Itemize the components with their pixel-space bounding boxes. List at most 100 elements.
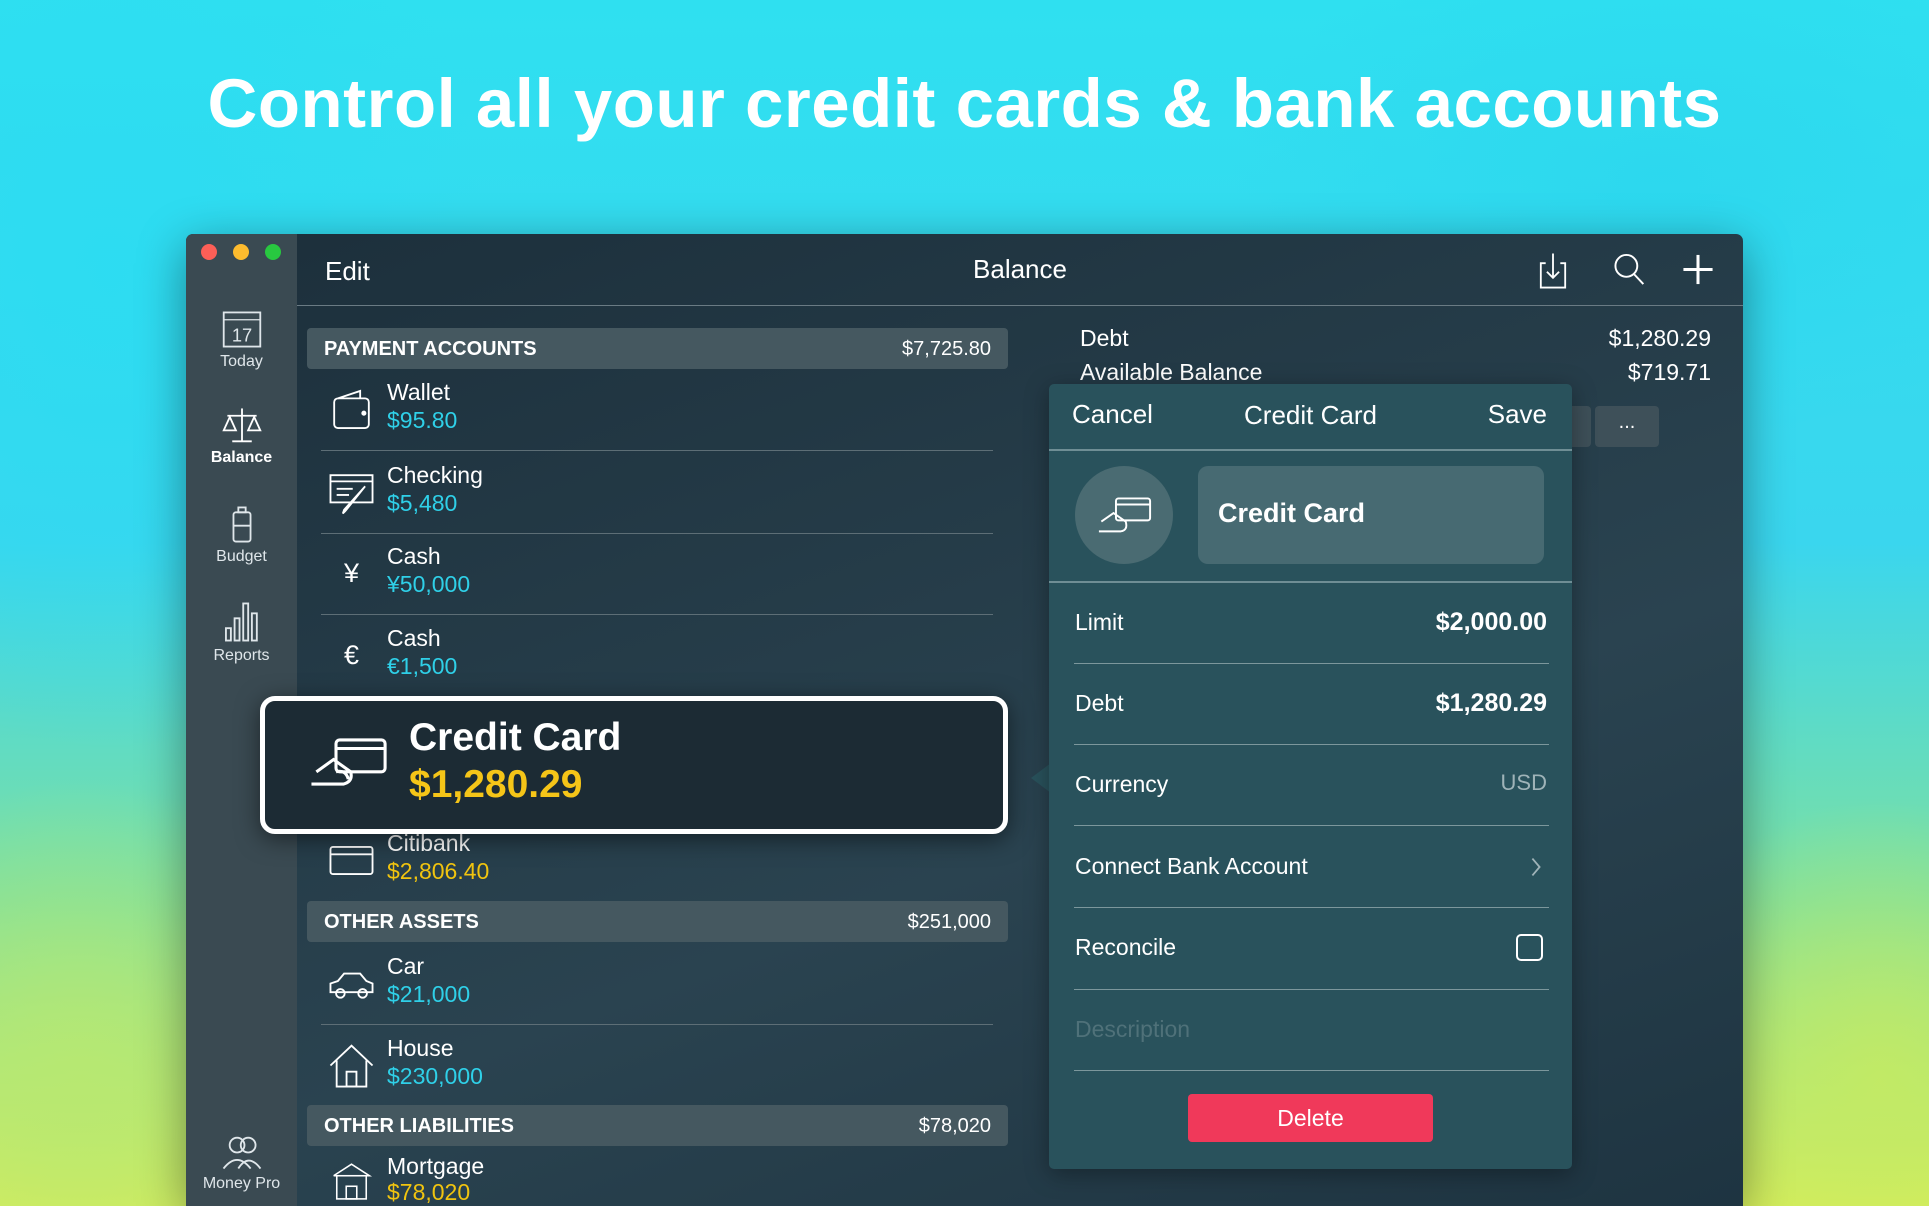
yen-icon: ¥ bbox=[343, 558, 360, 588]
section-header-other-assets: OTHER ASSETS $251,000 bbox=[307, 901, 1008, 942]
sidebar-label: Today bbox=[220, 353, 263, 370]
search-icon[interactable] bbox=[1613, 251, 1647, 288]
chevron-right-icon bbox=[1531, 858, 1541, 876]
sidebar-item-budget[interactable]: Budget bbox=[186, 505, 297, 566]
mortgage-icon bbox=[333, 1163, 373, 1200]
account-name-field[interactable]: Credit Card bbox=[1198, 466, 1544, 564]
check-icon bbox=[329, 474, 374, 515]
debt-label: Debt bbox=[1080, 325, 1129, 351]
sidebar-item-reports[interactable]: Reports bbox=[186, 601, 297, 665]
currency-label: Currency bbox=[1075, 771, 1169, 797]
panel-header: Cancel Credit Card Save bbox=[1049, 384, 1572, 451]
close-button[interactable] bbox=[201, 244, 217, 260]
account-row-cash-euro[interactable]: € Cash €1,500 bbox=[321, 615, 993, 697]
scales-icon bbox=[221, 408, 262, 443]
sidebar-item-money-pro[interactable]: Money Pro bbox=[186, 1134, 297, 1193]
sidebar-label: Balance bbox=[210, 449, 273, 466]
currency-value[interactable]: USD bbox=[1501, 770, 1547, 796]
panel-pointer bbox=[1031, 763, 1051, 793]
section-title: OTHER ASSETS bbox=[324, 911, 479, 933]
available-balance-value: $719.71 bbox=[1627, 359, 1711, 385]
account-amount: $230,000 bbox=[387, 1063, 483, 1089]
sidebar-label: Budget bbox=[216, 548, 267, 565]
account-name: Cash bbox=[387, 625, 441, 651]
account-amount: $95.80 bbox=[387, 407, 458, 433]
account-name: Mortgage bbox=[387, 1153, 485, 1179]
account-name: Citibank bbox=[387, 830, 471, 856]
sidebar-item-balance[interactable]: Balance bbox=[186, 406, 297, 467]
available-balance-label: Available Balance bbox=[1080, 359, 1263, 385]
connect-bank-row[interactable]: Connect Bank Account bbox=[1074, 826, 1549, 908]
description-placeholder: Description bbox=[1075, 1016, 1191, 1042]
account-row-cash-yen[interactable]: ¥ Cash ¥50,000 bbox=[321, 533, 993, 615]
plus-icon[interactable] bbox=[1681, 251, 1715, 288]
account-amount: $21,000 bbox=[387, 981, 471, 1007]
account-name: Car bbox=[387, 953, 425, 979]
delete-button[interactable]: Delete bbox=[1188, 1094, 1433, 1142]
minimize-button[interactable] bbox=[233, 244, 249, 260]
section-total: $7,725.80 bbox=[902, 338, 991, 360]
description-field[interactable]: Description bbox=[1074, 989, 1549, 1071]
reconcile-row[interactable]: Reconcile bbox=[1074, 907, 1549, 990]
highlight-amount: $1,280.29 bbox=[409, 763, 583, 806]
euro-icon: € bbox=[343, 640, 360, 670]
reconcile-checkbox[interactable] bbox=[1516, 934, 1543, 961]
import-icon[interactable] bbox=[1537, 251, 1569, 290]
toolbar: Edit Balance bbox=[297, 234, 1743, 306]
limit-row[interactable]: Limit $2,000.00 bbox=[1074, 582, 1549, 664]
account-amount: ¥50,000 bbox=[387, 571, 471, 597]
section-total: $78,020 bbox=[918, 1115, 991, 1137]
limit-label: Limit bbox=[1075, 609, 1124, 635]
connect-bank-label: Connect Bank Account bbox=[1075, 853, 1308, 879]
calendar-icon: 17 bbox=[222, 311, 261, 348]
section-header-payment-accounts: PAYMENT ACCOUNTS $7,725.80 bbox=[307, 328, 1008, 369]
zoom-button[interactable] bbox=[265, 244, 281, 260]
account-row-wallet[interactable]: Wallet $95.80 bbox=[321, 369, 993, 451]
section-total: $251,000 bbox=[907, 911, 991, 933]
highlighted-account-credit-card[interactable]: Credit Card $1,280.29 bbox=[260, 696, 1008, 834]
account-row-car[interactable]: Car $21,000 bbox=[321, 943, 993, 1025]
account-amount: $5,480 bbox=[387, 490, 458, 516]
section-title: PAYMENT ACCOUNTS bbox=[324, 338, 537, 360]
credit-card-hand-icon bbox=[311, 738, 387, 786]
account-row-mortgage[interactable]: Mortgage $78,020 bbox=[321, 1147, 993, 1206]
currency-row[interactable]: Currency USD bbox=[1074, 744, 1549, 826]
promo-background: Control all your credit cards & bank acc… bbox=[0, 0, 1929, 1206]
account-amount: $2,806.40 bbox=[387, 858, 490, 884]
account-name: Checking bbox=[387, 462, 483, 488]
account-amount: €1,500 bbox=[387, 653, 458, 679]
wallet-icon bbox=[333, 389, 370, 429]
save-button[interactable]: Save bbox=[1488, 399, 1547, 430]
headline: Control all your credit cards & bank acc… bbox=[207, 65, 1722, 142]
house-icon bbox=[329, 1044, 374, 1088]
debt-label: Debt bbox=[1075, 690, 1124, 716]
page-title: Balance bbox=[973, 254, 1067, 284]
debt-value[interactable]: $1,280.29 bbox=[1436, 689, 1547, 718]
debt-row[interactable]: Debt $1,280.29 bbox=[1074, 663, 1549, 745]
account-name-value: Credit Card bbox=[1218, 498, 1366, 528]
section-header-other-liabilities: OTHER LIABILITIES $78,020 bbox=[307, 1105, 1008, 1146]
account-amount: $78,020 bbox=[387, 1179, 471, 1205]
budget-icon bbox=[232, 506, 251, 543]
credit-card-hand-icon bbox=[1098, 497, 1152, 533]
account-row-checking[interactable]: Checking $5,480 bbox=[321, 452, 993, 534]
sidebar-label: Reports bbox=[213, 647, 270, 664]
highlight-name: Credit Card bbox=[409, 716, 622, 759]
car-icon bbox=[329, 972, 374, 999]
debt-value: $1,280.29 bbox=[1608, 325, 1711, 351]
account-icon-picker[interactable] bbox=[1075, 466, 1173, 564]
account-name: House bbox=[387, 1035, 454, 1061]
account-name: Cash bbox=[387, 543, 441, 569]
sidebar-item-today[interactable]: 17 Today bbox=[186, 310, 297, 371]
limit-value[interactable]: $2,000.00 bbox=[1436, 608, 1547, 637]
account-row-house[interactable]: House $230,000 bbox=[321, 1025, 993, 1106]
more-button[interactable]: ... bbox=[1595, 406, 1659, 447]
account-editor-panel: Cancel Credit Card Save Credit Card Limi… bbox=[1049, 384, 1572, 1169]
chart-icon bbox=[224, 602, 258, 642]
account-name: Wallet bbox=[387, 379, 451, 405]
card-icon bbox=[329, 845, 374, 876]
section-title: OTHER LIABILITIES bbox=[324, 1115, 514, 1137]
reconcile-label: Reconcile bbox=[1075, 934, 1176, 960]
users-icon bbox=[222, 1136, 261, 1170]
sidebar-label: Money Pro bbox=[202, 1175, 281, 1192]
